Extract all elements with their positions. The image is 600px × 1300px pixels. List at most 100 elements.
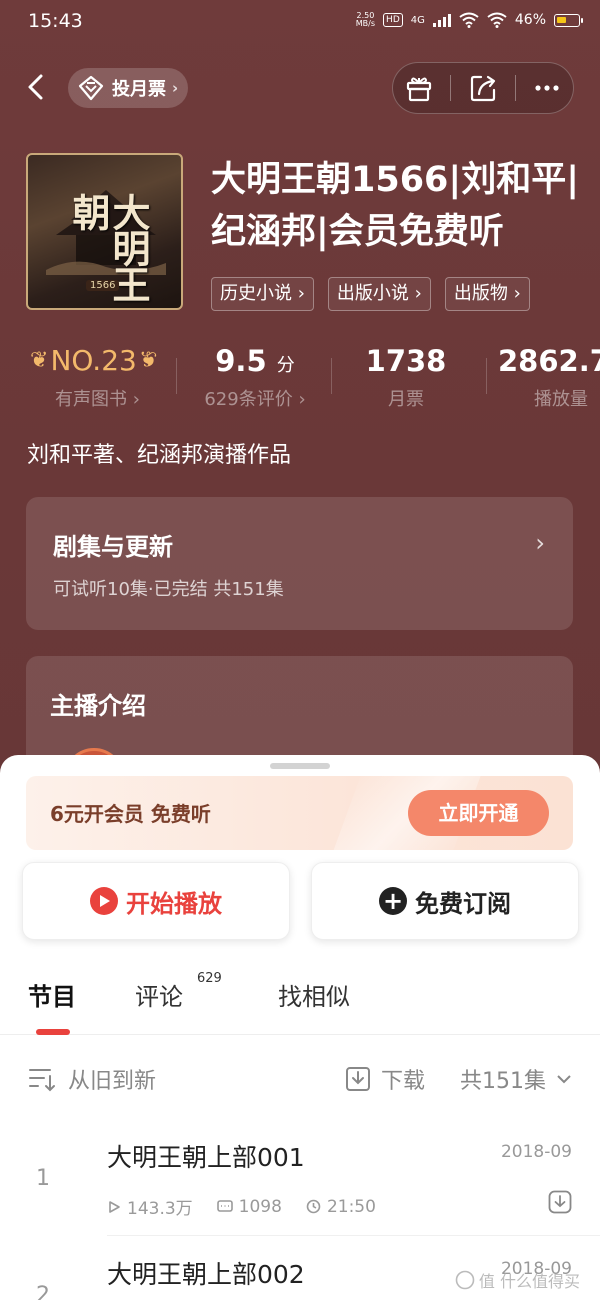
comment-count: 1098 — [216, 1197, 282, 1217]
back-arrow-icon[interactable] — [22, 72, 52, 102]
list-item[interactable]: 1 大明王朝上部001 2018-09 143.3万 1098 21:50 — [0, 1118, 600, 1233]
monthly-votes-value: 1738 — [365, 344, 447, 378]
download-button[interactable]: 下载 — [345, 1063, 425, 1095]
rank-stat[interactable]: ❦ NO.23 ❦ 有声图书 › — [30, 340, 165, 411]
plus-icon: + — [379, 887, 407, 915]
signal-icon — [432, 13, 451, 27]
episodes-card-subtitle: 可试听10集·已完结 共151集 — [53, 579, 284, 600]
episodes-update-card[interactable]: 剧集与更新 可试听10集·已完结 共151集 › — [26, 497, 573, 630]
chevron-right-icon: › — [172, 79, 179, 97]
free-subscribe-label: 免费订阅 — [415, 889, 511, 918]
watermark: 值 什么值得买 — [455, 1268, 580, 1292]
monthly-vote-button[interactable]: 投月票 › — [68, 68, 189, 108]
battery-icon — [554, 13, 583, 27]
rating-value: 9.5 — [215, 344, 267, 378]
laurel-left-icon: ❦ — [30, 348, 49, 373]
play-count: 143.3万 — [107, 1194, 193, 1219]
tab-episodes[interactable]: 节目 — [28, 977, 76, 1012]
sort-icon — [29, 1069, 55, 1092]
tab-bar: 节目 评论 629 找相似 — [0, 971, 600, 1035]
status-bar: 15:43 2.50 MB/s HD 4G 46% — [0, 0, 600, 44]
rating-unit: 分 — [276, 355, 295, 376]
more-button[interactable] — [527, 68, 567, 108]
chevron-right-icon: › — [535, 529, 545, 557]
tab-similar[interactable]: 找相似 — [278, 977, 350, 1012]
divider — [514, 75, 516, 101]
plays-label: 播放量 — [534, 389, 588, 410]
book-cover[interactable]: 大明王朝 1566 — [26, 153, 183, 310]
total-episodes-label: 共151集 — [460, 1069, 546, 1094]
gift-button[interactable] — [399, 68, 439, 108]
divider — [450, 75, 452, 101]
rank-value: NO.23 — [50, 344, 137, 377]
vip-banner[interactable]: 6元开会员 免费听 立即开通 — [26, 776, 573, 850]
plays-value: 2862.7 — [498, 344, 600, 378]
laurel-right-icon: ❦ — [138, 348, 158, 373]
play-icon — [90, 887, 118, 915]
battery-percent: 46% — [514, 12, 546, 28]
cover-year-tag: 1566 — [86, 280, 120, 291]
status-time: 15:43 — [28, 10, 83, 32]
monthly-votes-stat: 1738 月票 — [343, 340, 469, 411]
net-speed-indicator: 2.50 MB/s — [355, 11, 376, 28]
episode-number: 2 — [36, 1283, 50, 1300]
free-subscribe-button[interactable]: + 免费订阅 — [311, 862, 579, 940]
episode-title: 大明王朝上部002 — [107, 1260, 305, 1289]
watermark-logo-icon — [455, 1270, 475, 1290]
monthly-votes-label: 月票 — [388, 389, 424, 410]
ticket-icon — [76, 73, 106, 103]
sheet-drag-handle[interactable] — [270, 763, 330, 769]
rank-label: 有声图书 — [55, 389, 128, 410]
clock-icon — [306, 1199, 321, 1214]
episode-number: 1 — [36, 1166, 50, 1191]
download-icon — [346, 1067, 370, 1091]
divider — [176, 358, 177, 394]
download-label: 下载 — [381, 1069, 426, 1094]
active-tab-indicator — [36, 1029, 70, 1035]
plays-stat: 2862.7 播放量 — [498, 340, 600, 411]
more-icon — [535, 85, 559, 91]
host-card-title: 主播介绍 — [50, 692, 146, 720]
tab-comments[interactable]: 评论 629 — [135, 971, 222, 1012]
hd-icon: HD — [383, 13, 403, 27]
chevron-down-icon — [557, 1075, 571, 1084]
comment-count-badge: 629 — [197, 971, 222, 986]
rating-count-label: 629条评价 — [204, 389, 293, 410]
divider — [331, 358, 332, 394]
tag-history-novel[interactable]: 历史小说 › — [211, 277, 314, 311]
share-icon — [470, 75, 496, 102]
stats-row: ❦ NO.23 ❦ 有声图书 › 9.5 分 629条评价 › 1738 月票 … — [0, 340, 600, 420]
start-play-label: 开始播放 — [126, 889, 222, 918]
vote-label: 投月票 — [112, 79, 166, 100]
sort-button[interactable]: 从旧到新 — [28, 1063, 156, 1095]
divider — [486, 358, 487, 394]
episode-range-select[interactable]: 共151集 — [460, 1063, 572, 1095]
tab-comments-label: 评论 — [135, 983, 183, 1011]
open-vip-button[interactable]: 立即开通 — [408, 790, 549, 836]
header-actions — [392, 62, 574, 114]
wifi-icon — [459, 12, 479, 28]
episode-date: 2018-09 — [500, 1142, 572, 1162]
tag-list: 历史小说 › 出版小说 › 出版物 › — [211, 277, 530, 311]
sort-label: 从旧到新 — [68, 1069, 157, 1094]
network-label: 4G — [410, 14, 425, 26]
rating-stat[interactable]: 9.5 分 629条评价 › — [188, 340, 322, 411]
book-title: 大明王朝1566|刘和平|纪涵邦|会员免费听 — [211, 160, 579, 252]
start-play-button[interactable]: 开始播放 — [22, 862, 290, 940]
episodes-card-title: 剧集与更新 — [53, 533, 173, 561]
comment-icon — [216, 1199, 233, 1212]
play-outline-icon — [109, 1200, 120, 1213]
episode-download-icon[interactable] — [548, 1190, 572, 1214]
vip-banner-text: 6元开会员 免费听 — [50, 802, 211, 826]
bottom-sheet: 6元开会员 免费听 立即开通 开始播放 + 免费订阅 节目 评论 629 找相似… — [0, 755, 600, 1300]
status-icons: 2.50 MB/s HD 4G 46% — [355, 11, 583, 28]
author-line: 刘和平著、纪涵邦演播作品 — [27, 443, 292, 468]
tag-published-novel[interactable]: 出版小说 › — [327, 277, 431, 311]
gift-icon — [406, 77, 431, 102]
episode-meta: 143.3万 1098 21:50 — [107, 1194, 376, 1219]
tag-publication[interactable]: 出版物 › — [444, 277, 530, 311]
wifi-icon — [487, 12, 507, 28]
duration: 21:50 — [306, 1197, 376, 1217]
episode-title: 大明王朝上部001 — [107, 1143, 305, 1172]
share-button[interactable] — [463, 68, 503, 108]
